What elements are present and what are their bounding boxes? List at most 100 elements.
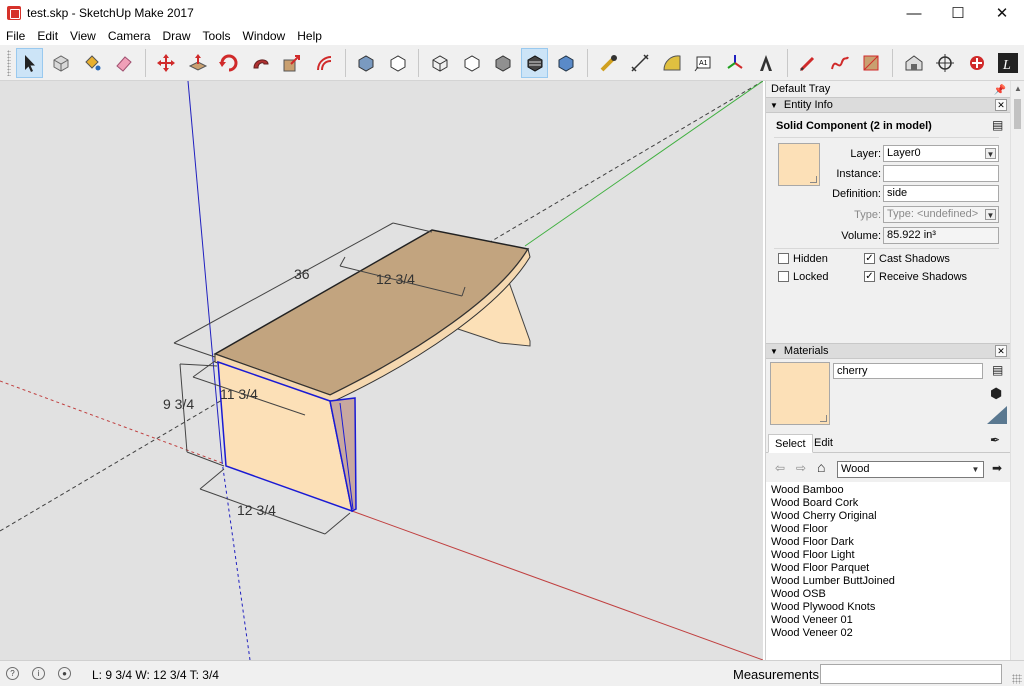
- extension-warehouse-button[interactable]: [963, 48, 991, 78]
- receive-shadows-checkbox[interactable]: ✓: [864, 271, 875, 282]
- back-edges-button[interactable]: [384, 48, 412, 78]
- layout-button[interactable]: L: [995, 48, 1023, 78]
- material-item[interactable]: Wood Plywood Knots: [771, 601, 875, 613]
- collection-select[interactable]: Wood ▼: [837, 461, 984, 478]
- line-button[interactable]: [795, 48, 823, 78]
- definition-input[interactable]: side: [883, 185, 999, 202]
- geo-location-icon[interactable]: ?: [6, 667, 19, 680]
- menu-draw[interactable]: Draw: [157, 29, 197, 43]
- scroll-up-icon[interactable]: ▲: [1014, 84, 1022, 93]
- tray-scrollbar[interactable]: ▲: [1010, 81, 1024, 660]
- details-arrow-icon[interactable]: ➡: [992, 461, 1002, 475]
- offset-button[interactable]: [310, 48, 338, 78]
- eraser-button[interactable]: [110, 48, 138, 78]
- hidden-line-button[interactable]: [458, 48, 486, 78]
- tab-edit[interactable]: Edit: [808, 434, 839, 453]
- eyedropper-icon[interactable]: ✒: [990, 433, 1000, 447]
- create-material-icon[interactable]: ⬢: [990, 385, 1002, 402]
- axes-button[interactable]: [721, 48, 749, 78]
- warehouse-button[interactable]: [900, 48, 928, 78]
- back-arrow-icon[interactable]: ⇦: [775, 461, 785, 475]
- shaded-textures-button[interactable]: [520, 47, 549, 78]
- select-tool-button[interactable]: [15, 47, 44, 78]
- forward-arrow-icon[interactable]: ⇨: [796, 461, 806, 475]
- menu-file[interactable]: File: [0, 29, 31, 43]
- volume-value: 85.922 in³: [883, 227, 999, 244]
- model-canvas[interactable]: [0, 81, 763, 660]
- model-viewport[interactable]: 36 12 3/4 11 3/4 9 3/4 12 3/4: [0, 81, 763, 660]
- material-preview-swatch[interactable]: [770, 362, 830, 425]
- materials-close-icon[interactable]: ✕: [995, 345, 1007, 357]
- rectangle-button[interactable]: [858, 48, 886, 78]
- menu-view[interactable]: View: [64, 29, 102, 43]
- material-name-input[interactable]: cherry: [833, 363, 983, 379]
- protractor-button[interactable]: [658, 48, 686, 78]
- details-icon[interactable]: ▤: [992, 118, 1003, 132]
- wireframe-button[interactable]: [426, 48, 454, 78]
- dimension-button[interactable]: [626, 48, 654, 78]
- material-item[interactable]: Wood Floor Light: [771, 549, 855, 561]
- toolbar-separator: [892, 48, 894, 77]
- xray-style-button[interactable]: [352, 48, 380, 78]
- hidden-checkbox[interactable]: [778, 253, 789, 264]
- material-item[interactable]: Wood Lumber ButtJoined: [771, 575, 895, 587]
- materials-header[interactable]: ▼ Materials ✕: [766, 343, 1011, 359]
- position-camera-button[interactable]: [932, 48, 960, 78]
- entity-info-close-icon[interactable]: ✕: [995, 99, 1007, 111]
- dimension-width-bottom[interactable]: 12 3/4: [237, 502, 276, 518]
- locked-checkbox[interactable]: [778, 271, 789, 282]
- material-item[interactable]: Wood Cherry Original: [771, 510, 877, 522]
- material-item[interactable]: Wood Bamboo: [771, 484, 844, 496]
- maximize-button[interactable]: ☐: [936, 0, 980, 26]
- home-icon[interactable]: ⌂: [817, 459, 825, 475]
- toolbar-grip[interactable]: [7, 49, 11, 76]
- minimize-button[interactable]: —: [892, 0, 936, 26]
- menu-edit[interactable]: Edit: [31, 29, 64, 43]
- shaded-button[interactable]: [489, 48, 517, 78]
- material-item[interactable]: Wood OSB: [771, 588, 826, 600]
- resize-grip[interactable]: [1012, 674, 1022, 684]
- user-account-icon[interactable]: ●: [58, 667, 71, 680]
- 3d-text-button[interactable]: [752, 48, 780, 78]
- credits-icon[interactable]: i: [32, 667, 45, 680]
- make-component-button[interactable]: [47, 48, 75, 78]
- dimension-width-top[interactable]: 12 3/4: [376, 271, 415, 287]
- material-item[interactable]: Wood Floor Dark: [771, 536, 854, 548]
- svg-text:A1: A1: [699, 60, 708, 67]
- shaded-icon: [495, 54, 511, 72]
- dimension-width-side[interactable]: 11 3/4: [220, 386, 258, 402]
- menu-camera[interactable]: Camera: [102, 29, 157, 43]
- material-item[interactable]: Wood Floor Parquet: [771, 562, 869, 574]
- push-pull-button[interactable]: [184, 48, 212, 78]
- freehand-button[interactable]: [826, 48, 854, 78]
- entity-info-header[interactable]: ▼ Entity Info ✕: [766, 97, 1011, 113]
- scroll-thumb[interactable]: [1014, 99, 1021, 129]
- close-button[interactable]: ✕: [980, 0, 1024, 26]
- details-icon[interactable]: ▤: [992, 363, 1003, 377]
- protractor-icon: [663, 54, 681, 70]
- layer-select[interactable]: Layer0 ▼: [883, 145, 999, 162]
- dimension-length-top[interactable]: 36: [294, 266, 310, 282]
- material-item[interactable]: Wood Veneer 01: [771, 614, 853, 626]
- menu-window[interactable]: Window: [237, 29, 292, 43]
- instance-input[interactable]: [883, 165, 999, 182]
- scale-button[interactable]: [279, 48, 307, 78]
- cast-shadows-checkbox[interactable]: ✓: [864, 253, 875, 264]
- paint-bucket-button[interactable]: [79, 48, 107, 78]
- sample-paint-icon[interactable]: [987, 406, 1007, 424]
- follow-me-button[interactable]: [247, 48, 275, 78]
- hidden-label: Hidden: [793, 253, 828, 265]
- material-item[interactable]: Wood Board Cork: [771, 497, 858, 509]
- tab-select[interactable]: Select: [768, 434, 813, 453]
- measurements-input[interactable]: [820, 664, 1002, 684]
- tape-measure-button[interactable]: [595, 48, 623, 78]
- material-item[interactable]: Wood Floor: [771, 523, 828, 535]
- text-button[interactable]: A1: [689, 48, 717, 78]
- rotate-button[interactable]: [216, 48, 244, 78]
- monochrome-button[interactable]: [552, 48, 580, 78]
- menu-help[interactable]: Help: [291, 29, 328, 43]
- menu-tools[interactable]: Tools: [197, 29, 237, 43]
- dimension-height[interactable]: 9 3/4: [163, 396, 194, 412]
- move-button[interactable]: [153, 48, 181, 78]
- material-item[interactable]: Wood Veneer 02: [771, 627, 853, 639]
